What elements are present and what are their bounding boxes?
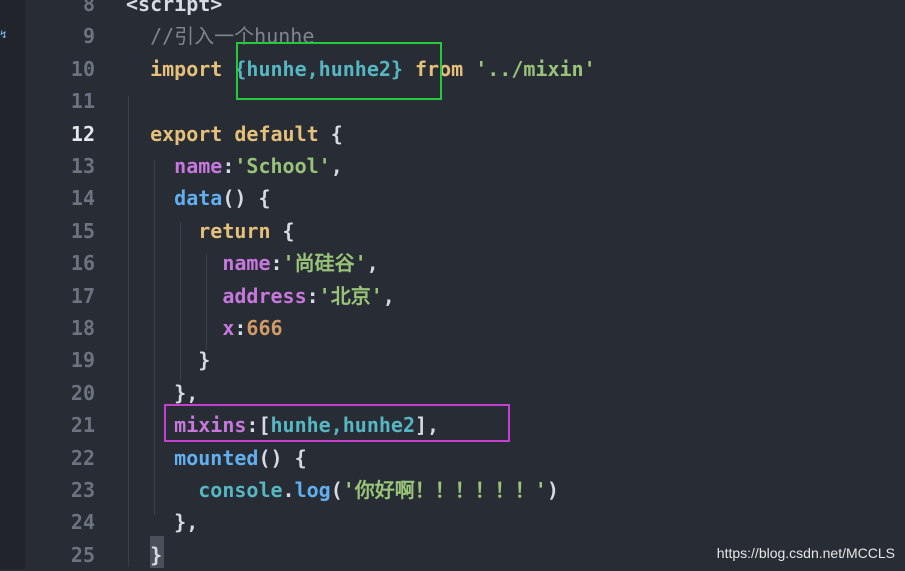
code-text: data() { bbox=[126, 182, 271, 214]
code-text: } bbox=[126, 344, 210, 376]
line-number: 21 bbox=[70, 413, 95, 438]
code-token: data bbox=[126, 186, 223, 211]
code-editor[interactable]: 8 <script> 9 //引入一个hunhe 10 import {hunhe,h… bbox=[0, 0, 905, 569]
code-line[interactable]: 13 name:'School', bbox=[0, 150, 905, 182]
line-number: 19 bbox=[70, 348, 95, 373]
line-number: 22 bbox=[70, 445, 95, 470]
code-text: name:'School', bbox=[126, 150, 343, 182]
line-number: 17 bbox=[70, 283, 95, 308]
code-text: return { bbox=[126, 215, 295, 247]
code-text: <script> bbox=[126, 0, 222, 20]
code-token: '你好啊！！！！！！' bbox=[342, 478, 547, 502]
line-number: 10 bbox=[70, 56, 95, 81]
code-token: ) bbox=[546, 478, 559, 502]
code-text: } bbox=[126, 539, 162, 571]
code-token: , bbox=[382, 283, 395, 308]
line-number: 13 bbox=[70, 154, 95, 178]
code-token: import bbox=[126, 56, 223, 81]
code-token: '../mixin' bbox=[463, 56, 596, 81]
code-text: }, bbox=[126, 506, 198, 538]
line-number: 18 bbox=[70, 316, 95, 340]
code-text: mounted() { bbox=[126, 442, 307, 474]
line-number: 15 bbox=[70, 218, 95, 243]
line-number: 12 bbox=[70, 121, 95, 146]
code-token: () { bbox=[222, 186, 271, 211]
code-token: }, bbox=[126, 510, 199, 535]
code-text: export default { bbox=[126, 118, 343, 150]
code-token: mounted bbox=[126, 445, 259, 470]
code-token: 666 bbox=[246, 316, 283, 340]
code-token: }, bbox=[126, 380, 199, 405]
line-number: 23 bbox=[70, 478, 95, 502]
code-line[interactable]: 18 x:666 bbox=[0, 312, 905, 344]
line-number: 20 bbox=[70, 380, 95, 405]
code-token: } bbox=[126, 542, 163, 567]
code-line[interactable]: 8 <script> bbox=[0, 0, 905, 20]
highlight-box-mixins bbox=[164, 404, 510, 442]
code-line[interactable]: 23 console.log('你好啊！！！！！！') bbox=[0, 474, 905, 506]
highlight-box-import bbox=[236, 42, 442, 100]
code-line[interactable]: 12 export default { bbox=[0, 118, 905, 150]
code-token: : bbox=[234, 316, 247, 340]
code-token: : bbox=[222, 154, 235, 178]
code-token: log bbox=[294, 478, 331, 502]
code-line[interactable]: 10 import {hunhe,hunhe2} from '../mixin' bbox=[0, 53, 905, 85]
code-line[interactable]: 15 return { bbox=[0, 215, 905, 247]
line-number: 24 bbox=[70, 510, 95, 535]
code-token: console bbox=[126, 478, 283, 502]
code-text: console.log('你好啊！！！！！！') bbox=[126, 474, 559, 506]
code-token: { bbox=[270, 218, 295, 243]
code-token: default bbox=[222, 121, 331, 146]
code-text: address:'北京', bbox=[126, 280, 395, 312]
code-token: '尚硅谷' bbox=[282, 251, 367, 276]
code-line[interactable]: 11 bbox=[0, 85, 905, 117]
code-token: 'School' bbox=[234, 154, 331, 178]
watermark: https://blog.csdn.net/MCCLS bbox=[716, 545, 895, 561]
code-token: ( bbox=[330, 478, 343, 502]
line-number: 14 bbox=[70, 186, 95, 211]
code-token: address bbox=[126, 283, 307, 308]
code-text: x:666 bbox=[126, 312, 283, 344]
code-token: name bbox=[126, 154, 223, 178]
code-line[interactable]: 19 } bbox=[0, 344, 905, 376]
code-token: return bbox=[126, 218, 271, 243]
code-token: x bbox=[126, 316, 235, 340]
code-line[interactable]: 24 }, bbox=[0, 506, 905, 538]
code-token: name bbox=[126, 251, 271, 276]
code-line[interactable]: 17 address:'北京', bbox=[0, 280, 905, 312]
line-number: 8 bbox=[82, 0, 95, 16]
code-token: . bbox=[282, 478, 295, 502]
code-text: name:'尚硅谷', bbox=[126, 247, 379, 279]
code-token: , bbox=[366, 251, 379, 276]
code-line[interactable]: 9 //引入一个hunhe bbox=[0, 20, 905, 52]
code-token: export bbox=[126, 121, 223, 146]
code-line[interactable]: 22 mounted() { bbox=[0, 442, 905, 474]
code-token: <script> bbox=[126, 0, 223, 16]
line-number: 9 bbox=[82, 24, 95, 49]
code-token: : bbox=[270, 251, 283, 276]
code-token: : bbox=[306, 283, 319, 308]
code-line[interactable]: 16 name:'尚硅谷', bbox=[0, 247, 905, 279]
code-token: { bbox=[330, 121, 343, 146]
code-token: '北京' bbox=[318, 283, 383, 308]
code-line[interactable]: 14 data() { bbox=[0, 182, 905, 214]
code-token: } bbox=[126, 348, 211, 373]
code-token: () { bbox=[258, 445, 307, 470]
code-token: , bbox=[330, 154, 343, 178]
line-number: 16 bbox=[70, 251, 95, 276]
line-number: 25 bbox=[70, 542, 95, 567]
line-number: 11 bbox=[70, 89, 95, 114]
